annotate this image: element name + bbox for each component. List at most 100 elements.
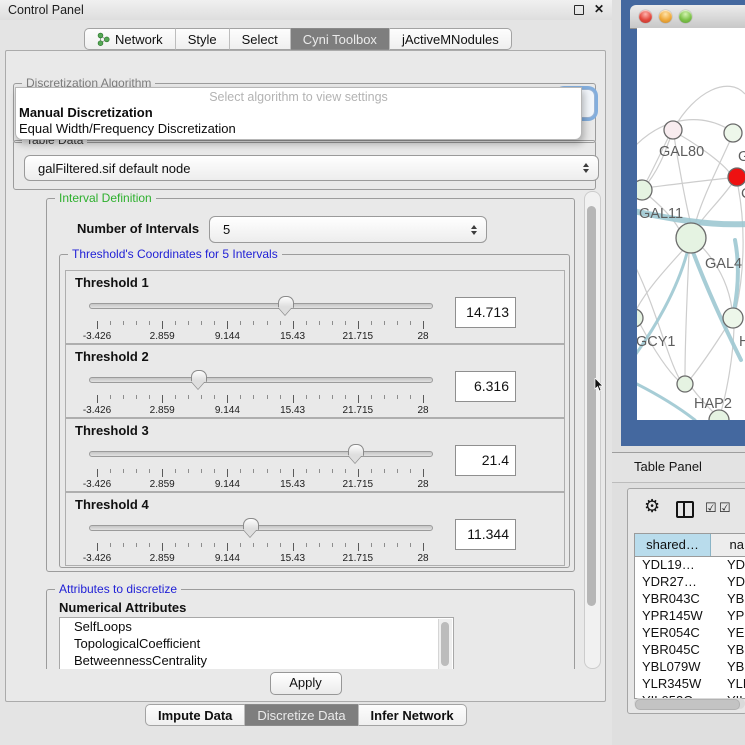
cell-shared-name: YDL19…	[635, 557, 717, 574]
tab-style[interactable]: Style	[175, 28, 229, 50]
tab-select[interactable]: Select	[229, 28, 290, 50]
tab-network[interactable]: Network	[84, 28, 175, 50]
attributes-to-discretize-group: Attributes to discretize Numerical Attri…	[46, 589, 575, 669]
column-header-name[interactable]: na	[711, 534, 745, 556]
threshold-slider[interactable]: -3.4262.8599.14415.4321.71528	[87, 443, 437, 489]
table-panel-title: Table Panel	[634, 459, 702, 474]
table-row[interactable]: YBR043C YBR0	[635, 591, 745, 608]
tab-label: Network	[115, 32, 163, 47]
threshold-value-field[interactable]: 6.316	[455, 371, 516, 402]
table-panel: ⚙ ☑ ☑ shared… na YDL19… YDL1 YDR27… YDR2…	[627, 488, 745, 714]
table-hscrollbar[interactable]	[634, 698, 745, 709]
number-of-intervals-combo[interactable]: 5	[209, 216, 487, 243]
tab-infer-network[interactable]: Infer Network	[358, 704, 467, 726]
close-icon[interactable]: ✕	[594, 2, 604, 16]
node-label: GA	[738, 149, 745, 165]
cell-name: YDL1	[717, 557, 745, 574]
stepper-icon	[583, 163, 589, 173]
popup-item-manual-discretization[interactable]: Manual Discretization	[16, 105, 581, 121]
panel-scrollbar[interactable]	[584, 191, 601, 669]
gear-icon[interactable]: ⚙	[644, 497, 660, 515]
control-panel-titlebar: Control Panel ✕	[0, 0, 612, 20]
cell-shared-name: YDR27…	[635, 574, 717, 591]
apply-button[interactable]: Apply	[270, 672, 342, 695]
node-label: C	[741, 186, 745, 202]
tab-discretize-data[interactable]: Discretize Data	[244, 704, 357, 726]
network-node[interactable]	[637, 309, 643, 327]
threshold-slider[interactable]: -3.4262.8599.14415.4321.71528	[87, 295, 437, 341]
network-node[interactable]	[664, 121, 682, 139]
slider-track[interactable]	[89, 451, 433, 457]
table-data-combo[interactable]: galFiltered.sif default node	[24, 155, 599, 181]
network-node[interactable]	[676, 223, 706, 253]
tab-label: Style	[188, 32, 217, 47]
scrollbar-thumb[interactable]	[587, 206, 596, 606]
network-node[interactable]	[637, 180, 652, 200]
slider-thumb[interactable]	[278, 296, 294, 308]
tab-jactivemnodules[interactable]: jActiveMNodules	[389, 28, 512, 50]
panel-title: Control Panel	[8, 3, 84, 17]
threshold-value-field[interactable]: 21.4	[455, 445, 516, 476]
slider-thumb[interactable]	[243, 518, 259, 530]
cell-shared-name: YER054C	[635, 625, 717, 642]
node-label: GAL11	[639, 206, 683, 222]
tab-cyni-toolbox[interactable]: Cyni Toolbox	[290, 28, 389, 50]
popup-item-equal-width-frequency[interactable]: Equal Width/Frequency Discretization	[16, 121, 581, 137]
checkbox-icon[interactable]: ☑	[705, 500, 717, 516]
threshold-slider[interactable]: -3.4262.8599.14415.4321.71528	[87, 369, 437, 415]
slider-thumb[interactable]	[191, 370, 207, 382]
scrollbar-thumb[interactable]	[441, 622, 449, 666]
network-node[interactable]	[728, 168, 745, 186]
group-title: Attributes to discretize	[55, 582, 181, 596]
table-row[interactable]: YDL19… YDL1	[635, 557, 745, 574]
cell-name: YLR3	[717, 676, 745, 693]
tab-label: Discretize Data	[257, 708, 345, 723]
attribute-item[interactable]: BetweennessCentrality	[60, 652, 453, 669]
control-panel: Control Panel ✕ Network Style Select Cyn…	[0, 0, 612, 745]
cell-name: YPR1	[717, 608, 745, 625]
threshold-value-field[interactable]: 14.713	[455, 297, 516, 328]
table-panel-header: Table Panel	[612, 452, 745, 483]
attribute-item[interactable]: TopologicalCoefficient	[60, 635, 453, 652]
threshold-box: Threshold 3 -3.4262.8599.14415.4321.7152…	[65, 418, 565, 492]
node-label: GAL80	[659, 144, 704, 160]
network-node[interactable]	[724, 124, 742, 142]
network-icon	[97, 32, 110, 47]
attribute-item[interactable]: SelfLoops	[60, 618, 453, 635]
column-header-shared-name[interactable]: shared…	[635, 534, 711, 556]
checkbox-icon[interactable]: ☑	[719, 500, 731, 516]
slider-track[interactable]	[89, 525, 433, 531]
slider-thumb[interactable]	[348, 444, 364, 456]
slider-track[interactable]	[89, 377, 433, 383]
node-table: shared… na YDL19… YDL1 YDR27… YDR2 YBR04…	[634, 533, 745, 699]
network-node[interactable]	[723, 308, 743, 328]
tab-label: jActiveMNodules	[402, 32, 499, 47]
mac-close-button[interactable]	[639, 10, 652, 23]
restore-icon[interactable]	[574, 5, 584, 15]
tab-impute-data[interactable]: Impute Data	[145, 704, 244, 726]
interval-definition-group: Interval Definition Number of Intervals …	[46, 198, 575, 572]
list-scrollbar[interactable]	[438, 619, 452, 669]
threshold-coordinates-group: Threshold's Coordinates for 5 Intervals …	[59, 254, 570, 568]
network-window-titlebar[interactable]	[630, 5, 745, 29]
network-node[interactable]	[677, 376, 693, 392]
tab-label: Cyni Toolbox	[303, 32, 377, 47]
columns-icon[interactable]	[676, 501, 694, 518]
network-canvas[interactable]: GAL80GACGAL11GAL4GCY1HHAP2	[637, 28, 745, 420]
cell-shared-name: YBL079W	[635, 659, 717, 676]
network-edge	[644, 178, 729, 188]
mac-minimize-button[interactable]	[659, 10, 672, 23]
mac-zoom-button[interactable]	[679, 10, 692, 23]
threshold-box: Threshold 2 -3.4262.8599.14415.4321.7152…	[65, 344, 565, 418]
threshold-slider[interactable]: -3.4262.8599.14415.4321.71528	[87, 517, 437, 563]
settings-scroll-area: Interval Definition Number of Intervals …	[13, 189, 583, 669]
table-row[interactable]: YLR345W YLR3	[635, 676, 745, 693]
slider-track[interactable]	[89, 303, 433, 309]
table-row[interactable]: YBR045C YBR0	[635, 642, 745, 659]
table-row[interactable]: YPR145W YPR1	[635, 608, 745, 625]
table-row[interactable]: YBL079W YBL0	[635, 659, 745, 676]
table-row[interactable]: YER054C YER0	[635, 625, 745, 642]
table-row[interactable]: YDR27… YDR2	[635, 574, 745, 591]
threshold-value-field[interactable]: 11.344	[455, 519, 516, 550]
scrollbar-thumb[interactable]	[635, 699, 740, 710]
